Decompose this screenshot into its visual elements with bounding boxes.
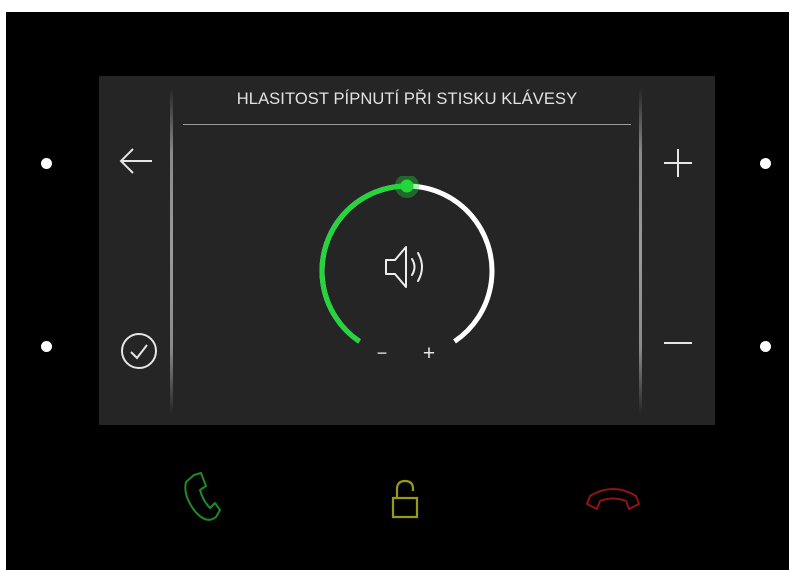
right-divider [639,88,642,414]
intercom-device: HLASITOST PÍPNUTÍ PŘI STISKU KLÁVESY − + [6,12,789,570]
check-circle-icon[interactable] [119,331,159,371]
page-title: HLASITOST PÍPNUTÍ PŘI STISKU KLÁVESY [236,90,578,108]
phone-answer-icon[interactable] [182,470,222,528]
right-lower-side-button[interactable] [760,341,771,352]
volume-level-arc [319,183,408,344]
left-lower-side-button[interactable] [41,341,52,352]
unlock-icon[interactable] [390,478,422,520]
left-divider [170,88,173,414]
volume-dial[interactable]: − + [312,176,502,366]
display-screen: HLASITOST PÍPNUTÍ PŘI STISKU KLÁVESY − + [99,76,715,425]
volume-minus-label: − [377,343,388,363]
volume-plus-label: + [423,342,435,365]
volume-handle[interactable] [400,179,414,193]
speaker-icon [385,246,423,288]
plus-icon[interactable] [661,146,695,180]
title-underline [183,124,631,125]
right-upper-side-button[interactable] [760,158,771,169]
phone-hangup-icon[interactable] [584,484,642,514]
left-upper-side-button[interactable] [41,158,52,169]
arrow-left-icon[interactable] [117,146,157,176]
minus-icon[interactable] [661,333,695,353]
